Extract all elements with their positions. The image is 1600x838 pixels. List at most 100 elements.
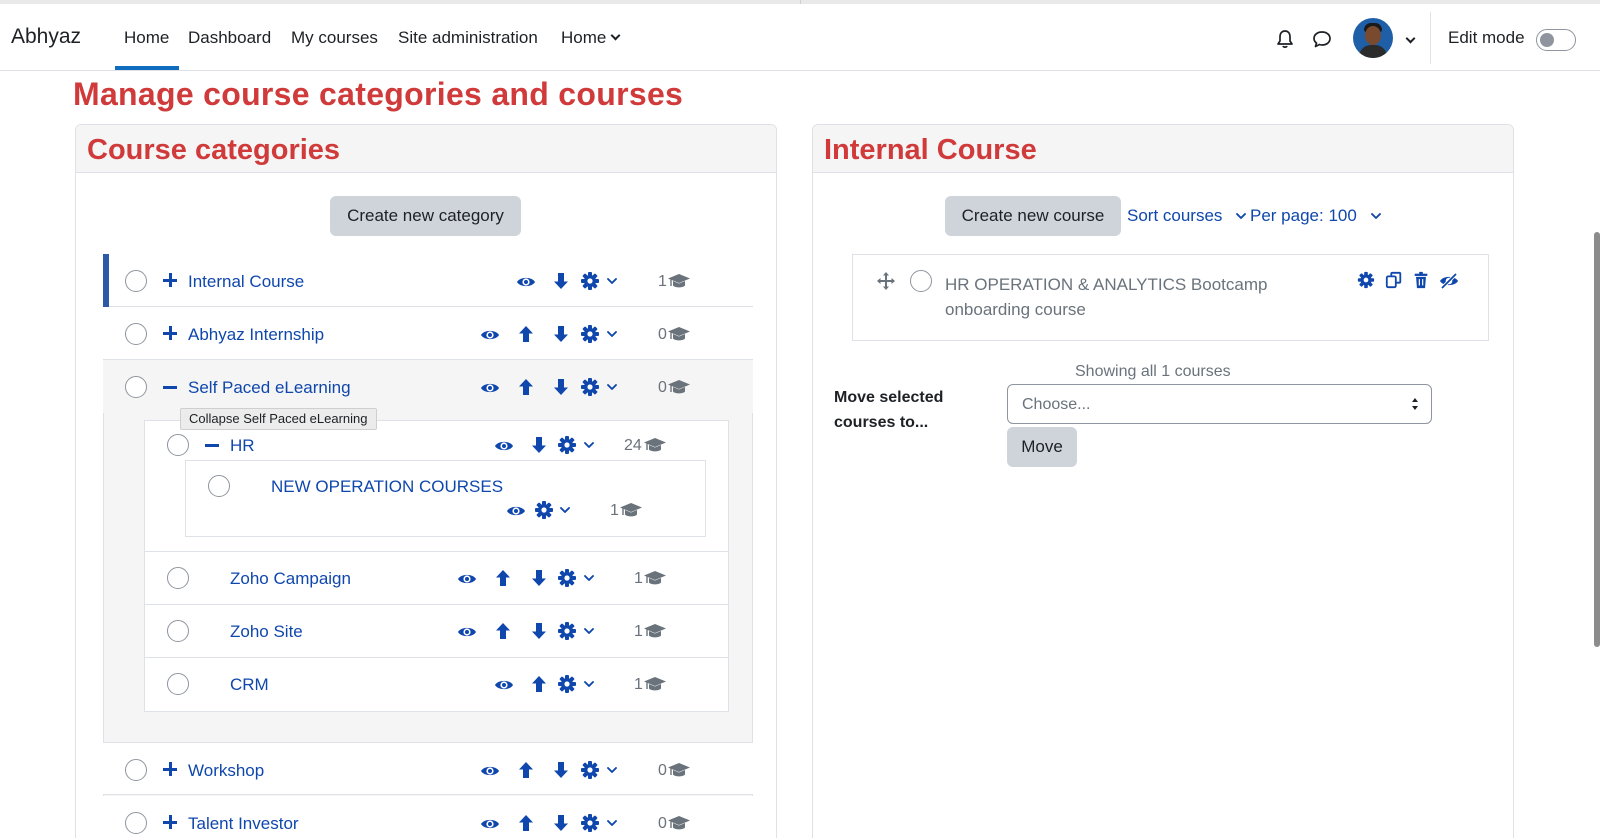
category-name[interactable]: Talent Investor [188, 814, 299, 834]
bell-icon[interactable] [1274, 28, 1296, 50]
eye-icon[interactable] [494, 436, 514, 456]
site-brand[interactable]: Abhyaz [11, 25, 81, 49]
arrow-down-icon[interactable] [529, 435, 549, 455]
gear-icon[interactable] [1357, 271, 1375, 289]
nav-dashboard[interactable]: Dashboard [188, 28, 271, 48]
category-checkbox[interactable] [125, 270, 147, 292]
arrow-down-icon[interactable] [551, 324, 571, 344]
category-name[interactable]: Zoho Campaign [230, 569, 351, 589]
create-new-category-button[interactable]: Create new category [330, 196, 521, 236]
category-name[interactable]: NEW OPERATION COURSES [271, 477, 503, 497]
nav-home[interactable]: Home [124, 28, 169, 48]
move-icon[interactable] [876, 271, 896, 291]
course-name[interactable]: HR OPERATION & ANALYTICS Bootcamp onboar… [945, 272, 1325, 322]
gear-icon[interactable] [557, 621, 577, 641]
category-checkbox[interactable] [208, 475, 230, 497]
eye-icon[interactable] [480, 325, 500, 345]
chevron-down-icon[interactable] [604, 326, 620, 342]
chevron-down-icon[interactable] [581, 437, 597, 453]
user-avatar[interactable] [1353, 18, 1393, 58]
eye-icon[interactable] [480, 814, 500, 834]
top-navbar: Abhyaz Home Dashboard My courses Site ad… [0, 4, 1600, 71]
chevron-down-icon[interactable] [604, 273, 620, 289]
trash-icon[interactable] [1412, 271, 1430, 289]
category-name[interactable]: Internal Course [188, 272, 304, 292]
eye-icon[interactable] [506, 501, 526, 521]
gear-icon[interactable] [580, 377, 600, 397]
gear-icon[interactable] [557, 568, 577, 588]
message-icon[interactable] [1311, 28, 1333, 50]
category-checkbox[interactable] [125, 323, 147, 345]
chevron-down-icon[interactable] [581, 676, 597, 692]
arrow-up-icon[interactable] [516, 377, 536, 397]
chevron-down-icon[interactable] [604, 815, 620, 831]
category-checkbox[interactable] [167, 673, 189, 695]
nav-home-dropdown[interactable]: Home [561, 28, 621, 48]
category-name[interactable]: HR [230, 436, 255, 456]
arrow-down-icon[interactable] [551, 271, 571, 291]
plus-icon[interactable] [163, 326, 177, 340]
move-destination-select[interactable]: Choose... [1007, 384, 1432, 424]
arrow-down-icon[interactable] [551, 813, 571, 833]
category-checkbox[interactable] [125, 759, 147, 781]
nav-my-courses[interactable]: My courses [291, 28, 378, 48]
category-checkbox[interactable] [167, 567, 189, 589]
arrow-down-icon[interactable] [529, 621, 549, 641]
minus-icon[interactable] [205, 444, 219, 447]
category-name[interactable]: Zoho Site [230, 622, 303, 642]
nav-site-administration[interactable]: Site administration [398, 28, 538, 48]
chevron-down-icon[interactable] [604, 379, 620, 395]
sort-courses-dropdown[interactable]: Sort courses [1127, 206, 1222, 226]
category-name[interactable]: CRM [230, 675, 269, 695]
edit-mode-toggle[interactable] [1536, 29, 1576, 51]
chevron-down-icon[interactable] [557, 502, 573, 518]
gear-icon[interactable] [580, 324, 600, 344]
eye-icon[interactable] [457, 622, 477, 642]
graduation-cap-icon [643, 437, 667, 453]
arrow-down-icon[interactable] [529, 568, 549, 588]
gear-icon[interactable] [534, 500, 554, 520]
eye-icon[interactable] [494, 675, 514, 695]
course-checkbox[interactable] [910, 270, 932, 292]
category-checkbox[interactable] [125, 812, 147, 834]
eye-icon[interactable] [457, 569, 477, 589]
gear-icon[interactable] [557, 435, 577, 455]
category-name[interactable]: Workshop [188, 761, 264, 781]
eye-icon[interactable] [516, 272, 536, 292]
chevron-down-icon[interactable] [1233, 208, 1249, 224]
arrow-up-icon[interactable] [516, 813, 536, 833]
arrow-up-icon[interactable] [529, 674, 549, 694]
eye-icon[interactable] [480, 378, 500, 398]
category-checkbox[interactable] [167, 434, 189, 456]
copy-icon[interactable] [1385, 271, 1403, 289]
hide-eye-icon[interactable] [1439, 271, 1459, 291]
arrow-down-icon[interactable] [551, 377, 571, 397]
eye-icon[interactable] [480, 761, 500, 781]
category-checkbox[interactable] [167, 620, 189, 642]
chevron-down-icon[interactable] [604, 762, 620, 778]
page-scrollbar[interactable] [1594, 232, 1600, 647]
chevron-down-icon[interactable] [581, 570, 597, 586]
arrow-up-icon[interactable] [493, 621, 513, 641]
create-new-course-button[interactable]: Create new course [945, 196, 1121, 236]
minus-icon[interactable] [163, 386, 177, 389]
gear-icon[interactable] [580, 271, 600, 291]
user-menu-chevron-icon[interactable] [1405, 33, 1416, 44]
gear-icon[interactable] [557, 674, 577, 694]
gear-icon[interactable] [580, 813, 600, 833]
chevron-down-icon[interactable] [581, 623, 597, 639]
plus-icon[interactable] [163, 815, 177, 829]
arrow-up-icon[interactable] [516, 760, 536, 780]
category-checkbox[interactable] [125, 376, 147, 398]
plus-icon[interactable] [163, 762, 177, 776]
move-button[interactable]: Move [1007, 427, 1077, 467]
per-page-dropdown[interactable]: Per page: 100 [1250, 206, 1357, 226]
arrow-up-icon[interactable] [516, 324, 536, 344]
category-name[interactable]: Self Paced eLearning [188, 378, 351, 398]
arrow-down-icon[interactable] [551, 760, 571, 780]
chevron-down-icon[interactable] [1368, 208, 1384, 224]
arrow-up-icon[interactable] [493, 568, 513, 588]
gear-icon[interactable] [580, 760, 600, 780]
plus-icon[interactable] [163, 273, 177, 287]
category-name[interactable]: Abhyaz Internship [188, 325, 324, 345]
